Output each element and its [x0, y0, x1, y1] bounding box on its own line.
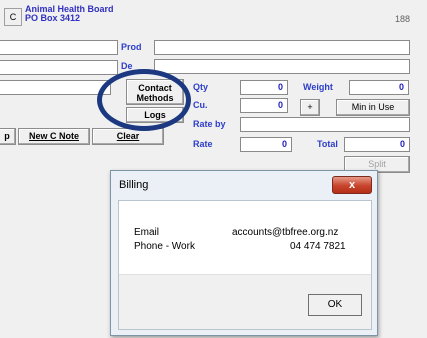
- dialog-title: Billing: [119, 179, 149, 191]
- plus-button[interactable]: +: [300, 99, 320, 116]
- left-field-1[interactable]: [0, 40, 118, 55]
- company-address: PO Box 3412: [25, 13, 81, 23]
- left-field-2[interactable]: [0, 60, 118, 75]
- record-number: 188: [395, 14, 411, 24]
- total-field[interactable]: 0: [344, 137, 410, 152]
- email-label: Email: [134, 227, 160, 238]
- des-field[interactable]: [154, 59, 410, 74]
- prod-label: Prod: [121, 42, 142, 52]
- company-block: Animal Health Board PO Box 3412: [25, 5, 114, 23]
- qty-field[interactable]: 0: [240, 80, 288, 95]
- min-in-use-button[interactable]: Min in Use: [336, 99, 410, 116]
- highlight-ring: [97, 69, 191, 131]
- rate-label: Rate: [193, 139, 213, 149]
- dialog-body: Email accounts@tbfree.org.nz Phone - Wor…: [118, 200, 372, 330]
- email-value: accounts@tbfree.org.nz: [232, 227, 339, 238]
- cu-field[interactable]: 0: [240, 98, 288, 113]
- phone-label: Phone - Work: [134, 241, 195, 252]
- qty-label: Qty: [193, 82, 209, 92]
- new-c-note-button[interactable]: New C Note: [18, 128, 90, 145]
- weight-field[interactable]: 0: [349, 80, 409, 95]
- total-label: Total: [317, 139, 338, 149]
- partial-left-button[interactable]: p: [0, 128, 16, 145]
- prod-field[interactable]: [154, 40, 410, 55]
- cu-label: Cu.: [193, 100, 208, 110]
- left-field-3[interactable]: [0, 80, 111, 95]
- rate-by-label: Rate by: [193, 119, 226, 129]
- rate-by-field[interactable]: [240, 117, 410, 132]
- clear-button[interactable]: Clear: [92, 128, 164, 145]
- billing-dialog: Billing x Email accounts@tbfree.org.nz P…: [110, 170, 378, 336]
- close-icon: x: [348, 179, 356, 191]
- ok-button[interactable]: OK: [308, 294, 362, 316]
- c-button[interactable]: C: [4, 8, 22, 26]
- weight-label: Weight: [303, 82, 333, 92]
- rate-field[interactable]: 0: [240, 137, 292, 152]
- phone-value: 04 474 7821: [290, 241, 346, 252]
- close-button[interactable]: x: [332, 176, 372, 194]
